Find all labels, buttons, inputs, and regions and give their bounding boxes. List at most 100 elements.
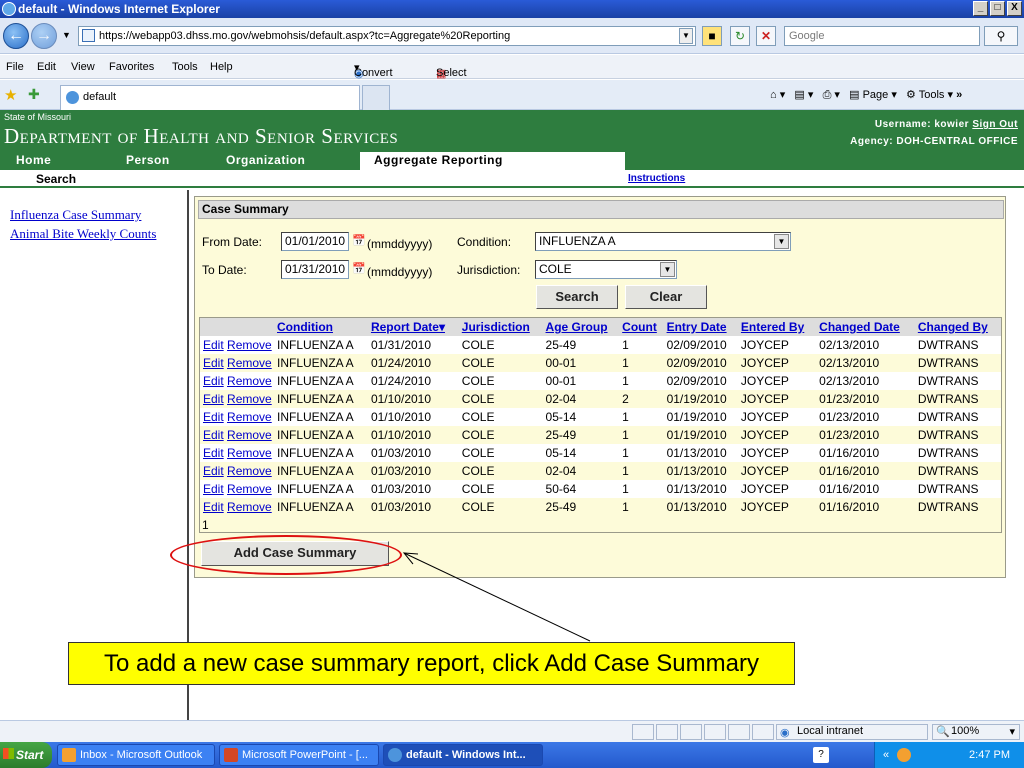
remove-link[interactable]: Remove [227, 446, 272, 460]
cell-count: 1 [619, 372, 664, 390]
start-button[interactable]: Start [0, 742, 52, 768]
header-changed-date[interactable]: Changed Date [816, 318, 915, 336]
convert-label: Convert [354, 67, 393, 79]
convert-button[interactable]: ◉ Convert ▾ [354, 61, 393, 80]
edit-link[interactable]: Edit [203, 482, 224, 496]
calendar-icon[interactable]: 📅 [352, 262, 366, 275]
cell-changed-date: 01/16/2010 [816, 444, 915, 462]
row-actions: Edit Remove [200, 426, 274, 444]
remove-link[interactable]: Remove [227, 356, 272, 370]
status-cell [704, 724, 726, 740]
edit-link[interactable]: Edit [203, 374, 224, 388]
cell-report-date: 01/10/2010 [367, 390, 459, 408]
remove-link[interactable]: Remove [227, 374, 272, 388]
remove-link[interactable]: Remove [227, 392, 272, 406]
edit-link[interactable]: Edit [203, 446, 224, 460]
remove-link[interactable]: Remove [227, 464, 272, 478]
feeds-icon[interactable]: ▤ ▾ [794, 89, 813, 101]
search-button[interactable]: Search [536, 285, 618, 309]
menu-tools[interactable]: Tools [172, 61, 198, 73]
task-powerpoint[interactable]: Microsoft PowerPoint - [... [219, 744, 379, 766]
new-tab-button[interactable] [362, 85, 390, 110]
tray-app-icon[interactable] [897, 748, 911, 762]
tools-menu[interactable]: ⚙ Tools ▾ [906, 89, 953, 101]
subnav-search[interactable]: Search [36, 172, 76, 186]
nav-aggregate-reporting[interactable]: Aggregate Reporting [360, 152, 625, 171]
jurisdiction-label: Jurisdiction: [457, 263, 521, 277]
pager-page-number[interactable]: 1 [202, 518, 209, 532]
search-input[interactable]: Google [784, 26, 980, 46]
nav-organization[interactable]: Organization [226, 152, 305, 170]
home-icon[interactable]: ⌂ ▾ [770, 89, 785, 101]
edit-link[interactable]: Edit [203, 392, 224, 406]
header-count[interactable]: Count [619, 318, 664, 336]
cell-count: 1 [619, 354, 664, 372]
cell-changed-date: 01/23/2010 [816, 426, 915, 444]
header-changed-by[interactable]: Changed By [914, 318, 1001, 336]
edit-link[interactable]: Edit [203, 356, 224, 370]
sign-out-link[interactable]: Sign Out [972, 119, 1018, 130]
print-icon[interactable]: ⎙ ▾ [823, 89, 840, 101]
help-icon[interactable]: ? [813, 747, 829, 763]
edit-link[interactable]: Edit [203, 410, 224, 424]
menu-edit[interactable]: Edit [37, 61, 56, 73]
from-date-input[interactable]: 01/01/2010 [281, 232, 349, 251]
refresh-icon[interactable]: ↻ [730, 26, 750, 46]
maximize-button[interactable]: □ [990, 1, 1005, 16]
nav-home[interactable]: Home [16, 152, 51, 170]
edit-link[interactable]: Edit [203, 428, 224, 442]
zoom-level[interactable]: 🔍 100% ▾ [932, 724, 1020, 740]
table-row: Edit Remove INFLUENZA A 01/10/2010 COLE 05-1… [200, 408, 1001, 426]
header-condition[interactable]: Condition [274, 318, 368, 336]
header-jurisdiction[interactable]: Jurisdiction [458, 318, 543, 336]
menu-help[interactable]: Help [210, 61, 233, 73]
task-ie[interactable]: default - Windows Int... [383, 744, 543, 766]
edit-link[interactable]: Edit [203, 464, 224, 478]
stop-icon[interactable]: ✕ [756, 26, 776, 46]
tray-chevron-icon[interactable]: « [883, 742, 889, 768]
remove-link[interactable]: Remove [227, 482, 272, 496]
address-dropdown-icon[interactable]: ▼ [679, 28, 693, 44]
menu-view[interactable]: View [71, 61, 95, 73]
header-entered-by[interactable]: Entered By [737, 318, 817, 336]
header-entry-date[interactable]: Entry Date [663, 318, 738, 336]
condition-select[interactable]: INFLUENZA A ▼ [535, 232, 791, 251]
cell-changed-by: DWTRANS [914, 426, 1001, 444]
forward-icon[interactable]: → [31, 23, 57, 49]
lock-icon[interactable]: ■ [702, 26, 722, 46]
remove-link[interactable]: Remove [227, 410, 272, 424]
chevron-icon[interactable]: » [956, 89, 962, 101]
header-age-group[interactable]: Age Group [542, 318, 620, 336]
header-report-date[interactable]: Report Date▾ [367, 318, 459, 336]
remove-link[interactable]: Remove [227, 428, 272, 442]
search-go-icon[interactable]: ⚲ [984, 26, 1018, 46]
calendar-icon[interactable]: 📅 [352, 234, 366, 247]
security-zone[interactable]: ◉ Local intranet [776, 724, 928, 740]
taskbar: Start Inbox - Microsoft Outlook Microsof… [0, 742, 1024, 768]
jurisdiction-select[interactable]: COLE ▼ [535, 260, 677, 279]
instructions-link[interactable]: Instructions [628, 173, 685, 184]
leftnav-animal-bite-weekly-counts[interactable]: Animal Bite Weekly Counts [10, 226, 156, 242]
favorites-star-icon[interactable]: ★ [4, 86, 17, 104]
powerpoint-icon [224, 748, 238, 762]
leftnav-influenza-case-summary[interactable]: Influenza Case Summary [10, 207, 141, 223]
close-window-button[interactable]: X [1007, 1, 1022, 16]
task-outlook[interactable]: Inbox - Microsoft Outlook [57, 744, 215, 766]
remove-link[interactable]: Remove [227, 500, 272, 514]
add-favorite-icon[interactable]: ✚ [28, 86, 40, 103]
back-icon[interactable]: ← [3, 23, 29, 49]
page-menu[interactable]: ▤ Page ▾ [849, 89, 897, 101]
to-date-input[interactable]: 01/31/2010 [281, 260, 349, 279]
nav-person[interactable]: Person [126, 152, 170, 170]
remove-link[interactable]: Remove [227, 338, 272, 352]
menu-file[interactable]: File [6, 61, 24, 73]
edit-link[interactable]: Edit [203, 338, 224, 352]
address-input[interactable]: https://webapp03.dhss.mo.gov/webmohsis/d… [78, 26, 696, 46]
history-dropdown-icon[interactable]: ▼ [62, 30, 71, 40]
clear-button[interactable]: Clear [625, 285, 707, 309]
minimize-button[interactable]: _ [973, 1, 988, 16]
cell-jurisdiction: COLE [458, 336, 543, 354]
browser-tab[interactable]: default [60, 85, 360, 110]
menu-favorites[interactable]: Favorites [109, 61, 154, 73]
edit-link[interactable]: Edit [203, 500, 224, 514]
